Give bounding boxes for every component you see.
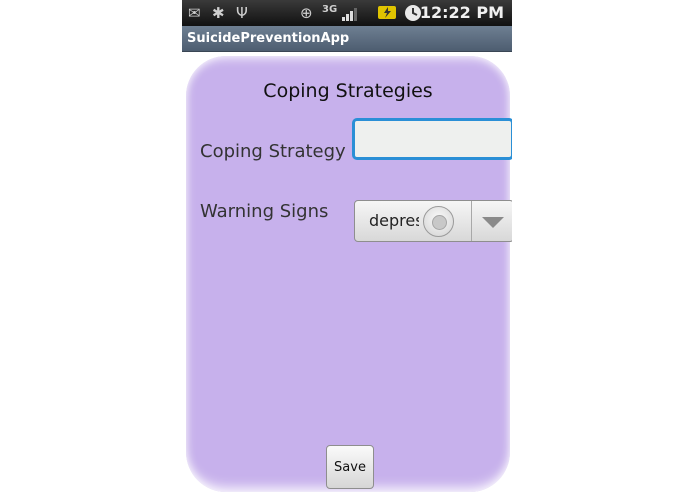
coping-strategy-label: Coping Strategy <box>200 141 346 162</box>
app-title: SuicidePreventionApp <box>187 31 350 46</box>
form-heading: Coping Strategies <box>263 80 433 102</box>
save-button[interactable]: Save <box>326 445 374 489</box>
battery-icon <box>378 5 398 20</box>
form-card: Coping Strategies Coping Strategy Warnin… <box>186 56 512 492</box>
signal-icon <box>342 6 358 21</box>
phone-screen: ✉ ✱ Ψ ⊕ 3G 12:22 PM SuicidePreventionApp… <box>182 0 512 494</box>
warning-signs-spinner[interactable]: depres <box>354 200 512 242</box>
network-type-label: 3G <box>322 4 338 15</box>
app-title-bar: SuicidePreventionApp <box>182 26 512 52</box>
coping-strategy-input[interactable] <box>352 118 512 160</box>
status-bar: ✉ ✱ Ψ ⊕ 3G 12:22 PM <box>182 0 512 26</box>
radio-indicator-icon <box>423 206 454 237</box>
mail-icon: ✉ <box>188 4 201 22</box>
spinner-divider <box>471 201 472 241</box>
gps-icon: ⊕ <box>300 4 313 22</box>
status-time: 12:22 PM <box>419 3 504 22</box>
warning-signs-label: Warning Signs <box>200 201 329 222</box>
usb-icon: Ψ <box>236 4 248 22</box>
warning-signs-selected-value: depres <box>369 211 419 230</box>
bug-icon: ✱ <box>212 4 225 22</box>
chevron-down-icon[interactable] <box>482 217 504 228</box>
